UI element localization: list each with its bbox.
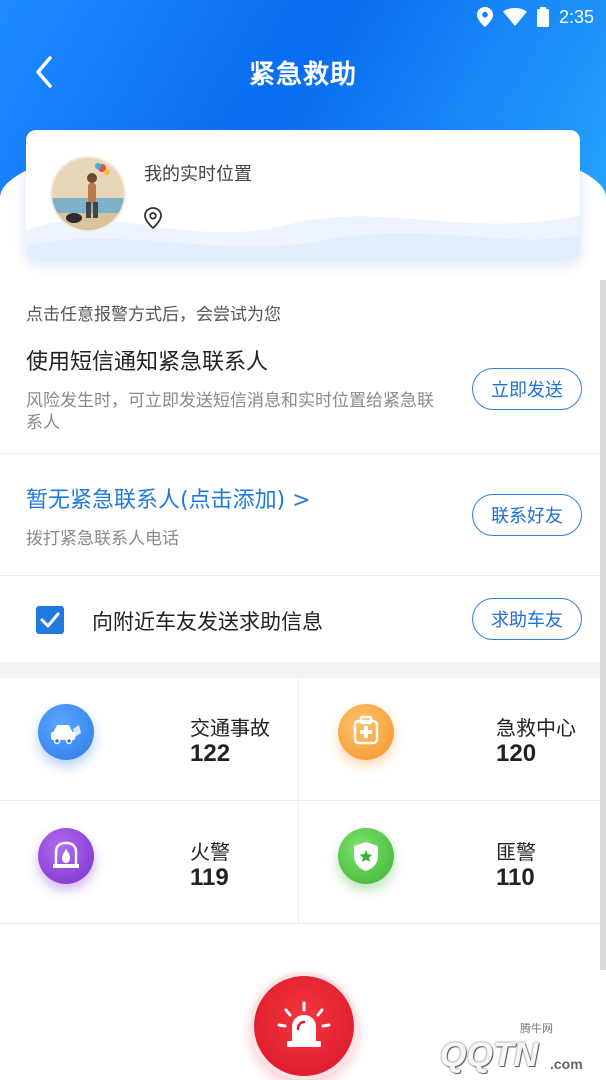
service-traffic-accident[interactable]: 交通事故 122: [0, 678, 298, 800]
siren-icon: [277, 1001, 331, 1047]
checkmark-icon: [40, 612, 60, 628]
service-number: 110: [496, 864, 535, 891]
watermark-small: 腾牛网: [520, 1022, 553, 1035]
nearby-checkbox[interactable]: [36, 606, 64, 634]
watermark-text: QQTN: [440, 1036, 539, 1074]
car-accident-icon: [38, 704, 94, 760]
emergency-services-grid: 交通事故 122 急救中心 120 火警 119 匪警 110: [0, 678, 600, 924]
contact-friend-button[interactable]: 联系好友: [472, 494, 582, 536]
ask-riders-button[interactable]: 求助车友: [472, 598, 582, 640]
sms-row-title: 使用短信通知紧急联系人: [26, 350, 269, 375]
send-now-button[interactable]: 立即发送: [472, 368, 582, 410]
service-number: 122: [190, 740, 231, 767]
watermark: 腾牛网 QQTN .com: [400, 1020, 600, 1080]
fire-icon: [38, 828, 94, 884]
scrollbar[interactable]: [600, 280, 606, 970]
location-title: 我的实时位置: [144, 164, 252, 185]
contact-row-subtitle: 拨打紧急联系人电话: [26, 529, 179, 549]
back-button[interactable]: [24, 52, 64, 92]
wifi-icon: [502, 8, 527, 26]
alarm-button[interactable]: [254, 976, 354, 1076]
status-time: 2:35: [558, 6, 594, 27]
grid-divider: [298, 678, 299, 924]
nav-bar: 紧急救助: [0, 40, 606, 104]
avatar: [50, 156, 126, 232]
location-icon: [476, 7, 493, 27]
police-badge-icon: [338, 828, 394, 884]
first-aid-icon: [338, 704, 394, 760]
section-divider: [0, 662, 600, 678]
service-name: 火警: [190, 840, 230, 864]
service-name: 急救中心: [496, 716, 576, 740]
sms-notify-row: 使用短信通知紧急联系人 风险发生时，可立即发送短信消息和实时位置给紧急联系人 立…: [0, 334, 600, 454]
emergency-contact-row: 暂无紧急联系人(点击添加) > 拨打紧急联系人电话 联系好友: [0, 454, 600, 576]
service-number: 120: [496, 740, 537, 767]
service-name: 交通事故: [190, 716, 270, 740]
service-first-aid[interactable]: 急救中心 120: [300, 678, 598, 800]
notice-text: 点击任意报警方式后，会尝试为您: [26, 305, 281, 325]
page-title: 紧急救助: [248, 59, 357, 90]
service-police[interactable]: 匪警 110: [300, 802, 598, 924]
add-contact-link[interactable]: 暂无紧急联系人(点击添加) >: [26, 482, 311, 514]
battery-icon: [536, 7, 549, 27]
sms-row-subtitle: 风险发生时，可立即发送短信消息和实时位置给紧急联系人: [26, 391, 434, 433]
service-fire[interactable]: 火警 119: [0, 802, 298, 924]
chevron-left-icon: [36, 56, 52, 88]
grid-divider: [0, 800, 600, 801]
nearby-help-row: 向附近车友发送求助信息 求助车友: [0, 576, 600, 662]
grid-divider: [0, 923, 600, 924]
location-card[interactable]: 我的实时位置: [26, 130, 580, 260]
nearby-label: 向附近车友发送求助信息: [92, 610, 323, 634]
location-pin-icon: [144, 207, 162, 230]
service-number: 119: [190, 864, 229, 891]
watermark-suffix: .com: [550, 1056, 583, 1072]
service-name: 匪警: [496, 840, 536, 864]
status-bar: 2:35: [0, 0, 606, 34]
